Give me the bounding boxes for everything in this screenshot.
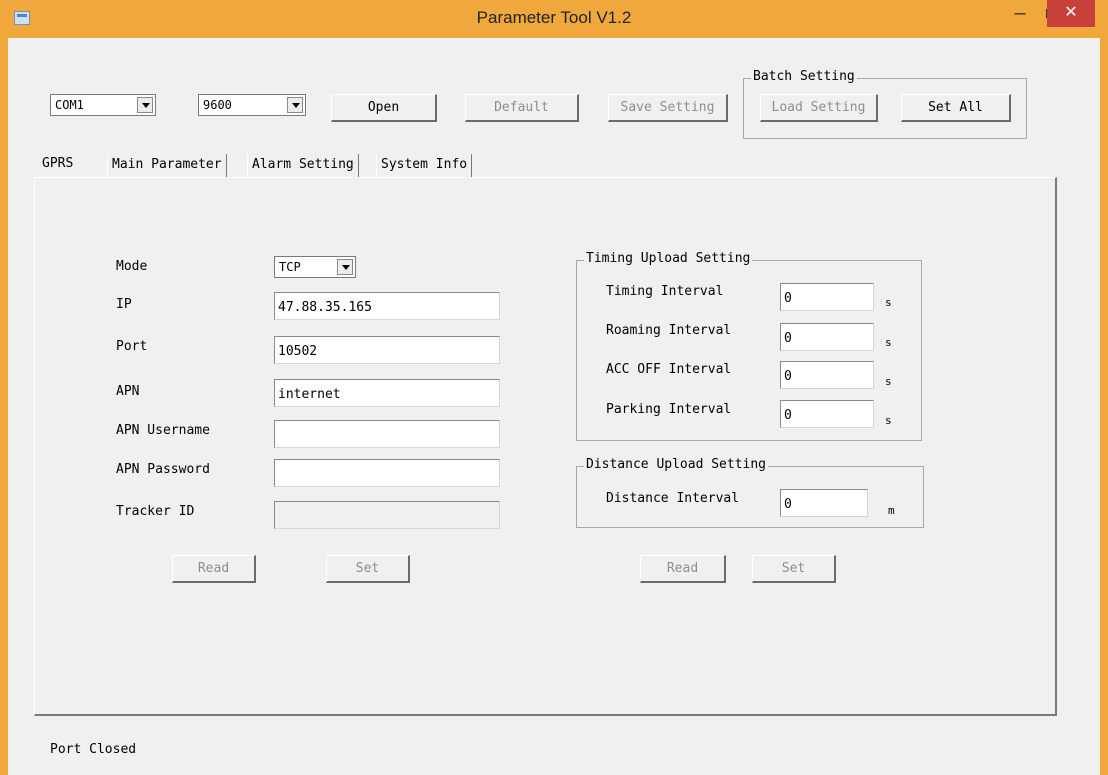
tab-alarm-setting[interactable]: Alarm Setting bbox=[247, 154, 359, 178]
port-select-value: COM1 bbox=[55, 98, 84, 112]
apn-label: APN bbox=[116, 384, 140, 399]
ip-label: IP bbox=[116, 297, 132, 312]
set-all-button[interactable]: Set All bbox=[901, 94, 1011, 122]
timing-interval-field[interactable]: 0 bbox=[780, 283, 874, 311]
gprs-read-button[interactable]: Read bbox=[172, 555, 256, 583]
tracker-id-field bbox=[274, 501, 500, 529]
tracker-id-label: Tracker ID bbox=[116, 504, 195, 519]
parking-interval-unit: s bbox=[885, 414, 892, 427]
gprs-set-button[interactable]: Set bbox=[326, 555, 410, 583]
timing-interval-label: Timing Interval bbox=[606, 284, 724, 299]
baud-select-value: 9600 bbox=[203, 98, 232, 112]
apn-password-field[interactable] bbox=[274, 459, 500, 487]
client-area: COM1 9600 Open Default Save Setting Batc… bbox=[8, 38, 1100, 775]
distance-interval-label: Distance Interval bbox=[606, 491, 740, 506]
title-bar[interactable]: Parameter Tool V1.2 – ✕ bbox=[0, 0, 1108, 38]
acc-off-interval-label: ACC OFF Interval bbox=[606, 362, 732, 377]
timing-upload-legend: Timing Upload Setting bbox=[584, 251, 753, 267]
tab-main-parameter[interactable]: Main Parameter bbox=[107, 154, 227, 178]
acc-off-interval-unit: s bbox=[885, 375, 892, 388]
default-button[interactable]: Default bbox=[465, 94, 579, 122]
open-button[interactable]: Open bbox=[331, 94, 437, 122]
tab-system-info[interactable]: System Info bbox=[376, 154, 473, 178]
tab-panel-gprs bbox=[34, 177, 1057, 716]
roaming-interval-unit: s bbox=[885, 336, 892, 349]
port-label: Port bbox=[116, 339, 148, 354]
chevron-down-icon[interactable] bbox=[137, 97, 153, 113]
chevron-down-icon[interactable] bbox=[287, 97, 303, 113]
save-setting-button[interactable]: Save Setting bbox=[608, 94, 728, 122]
upload-set-button[interactable]: Set bbox=[752, 555, 836, 583]
distance-interval-field[interactable]: 0 bbox=[780, 489, 868, 517]
ip-field[interactable]: 47.88.35.165 bbox=[274, 292, 500, 320]
mode-select[interactable]: TCP bbox=[274, 256, 356, 278]
window-frame bbox=[0, 0, 8, 775]
status-text: Port Closed bbox=[50, 742, 137, 757]
port-field[interactable]: 10502 bbox=[274, 336, 500, 364]
apn-username-label: APN Username bbox=[116, 423, 210, 438]
apn-username-field[interactable] bbox=[274, 420, 500, 448]
batch-setting-legend: Batch Setting bbox=[751, 69, 857, 85]
distance-interval-unit: m bbox=[888, 504, 895, 517]
apn-field[interactable]: internet bbox=[274, 379, 500, 407]
apn-password-label: APN Password bbox=[116, 462, 210, 477]
port-select[interactable]: COM1 bbox=[50, 94, 156, 116]
parking-interval-field[interactable]: 0 bbox=[780, 400, 874, 428]
close-button[interactable]: ✕ bbox=[1047, 0, 1095, 27]
load-setting-button[interactable]: Load Setting bbox=[760, 94, 878, 122]
distance-upload-legend: Distance Upload Setting bbox=[584, 457, 769, 473]
mode-select-value: TCP bbox=[279, 260, 301, 274]
roaming-interval-field[interactable]: 0 bbox=[780, 323, 874, 351]
chevron-down-icon[interactable] bbox=[337, 259, 353, 275]
parking-interval-label: Parking Interval bbox=[606, 402, 732, 417]
roaming-interval-label: Roaming Interval bbox=[606, 323, 732, 338]
baud-select[interactable]: 9600 bbox=[198, 94, 306, 116]
minimize-button[interactable]: – bbox=[1005, 2, 1035, 30]
timing-interval-unit: s bbox=[885, 296, 892, 309]
upload-read-button[interactable]: Read bbox=[640, 555, 726, 583]
acc-off-interval-field[interactable]: 0 bbox=[780, 361, 874, 389]
mode-label: Mode bbox=[116, 259, 148, 274]
window-title: Parameter Tool V1.2 bbox=[476, 8, 632, 27]
tab-gprs[interactable]: GPRS bbox=[38, 152, 78, 178]
